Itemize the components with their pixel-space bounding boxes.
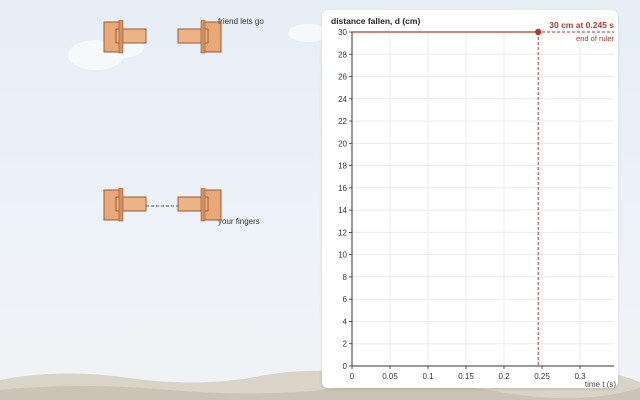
y-tick-label: 2 [343,340,348,349]
your-left-hand-icon [103,188,147,222]
y-tick-label: 0 [343,362,348,371]
x-tick-label: 0.25 [534,372,550,381]
x-tick-label: 0.2 [498,372,510,381]
distance-time-chart: 0246810121416182022242628300 0.05 0.1 0.15 0… [338,20,616,388]
y-tick-label: 6 [343,295,348,304]
x-tick-label: 0.15 [458,372,474,381]
y-tick-label: 22 [338,117,347,126]
your-right-hand-icon [177,188,222,222]
y-tick-label: 30 [338,28,347,37]
label-your-fingers: your fingers [218,217,260,226]
chart-panel: distance fallen, d (cm) 0 2 4 6 8 10 12 14 16 18 2… [322,10,618,388]
label-friend-lets-go: friend lets go [218,17,264,26]
y-tick-label: 4 [343,317,348,326]
end-of-ruler-label: end of ruler [576,34,614,43]
y-tick-label: 28 [338,50,347,59]
x-tick-label: 0.05 [382,372,398,381]
y-tick-label: 24 [338,95,347,104]
reference-point-label: 30 cm at 0.245 s [549,20,614,30]
y-tick-label: 14 [338,206,347,215]
gap-dashed-line [146,205,180,207]
reference-point-marker [535,28,542,36]
y-tick-label: 26 [338,73,347,82]
x-tick-label: 0.1 [422,372,434,381]
x-tick-label: 0 [350,372,355,381]
y-tick-label: 18 [338,162,347,171]
friend-right-hand-icon [177,20,222,54]
y-tick-label: 20 [338,139,347,148]
y-tick-label: 16 [338,184,347,193]
y-tick-label: 10 [338,251,347,260]
y-tick-label: 12 [338,228,347,237]
y-tick-label: 8 [343,273,348,282]
friend-left-hand-icon [103,20,147,54]
x-axis-label: time t (s) [585,380,616,388]
